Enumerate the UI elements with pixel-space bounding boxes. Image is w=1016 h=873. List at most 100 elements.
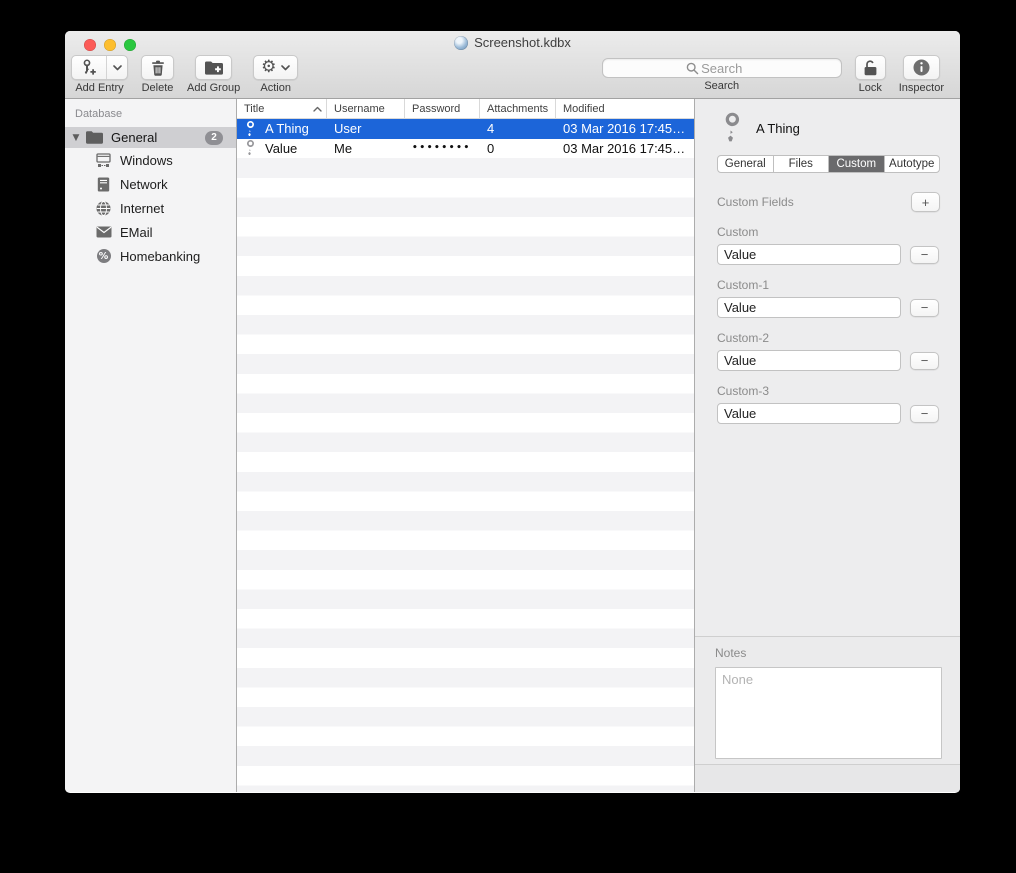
tab-autotype[interactable]: Autotype	[885, 156, 940, 172]
custom-field-group: Custom −	[717, 225, 940, 265]
key-icon	[244, 121, 255, 137]
entry-count-badge: 2	[205, 131, 223, 145]
window-title: Screenshot.kdbx	[474, 35, 571, 50]
traffic-lights	[84, 39, 136, 51]
sidebar-item-email[interactable]: EMail	[65, 220, 236, 244]
field-label: Custom-2	[717, 331, 940, 345]
remove-field-button[interactable]: −	[910, 246, 939, 264]
custom-field-group: Custom-2 −	[717, 331, 940, 371]
network-icon	[95, 177, 112, 192]
minimize-button[interactable]	[104, 39, 116, 51]
sidebar: Database ▼ General 2	[65, 99, 237, 792]
action-item: ⚙ Action	[253, 55, 298, 94]
chevron-down-icon	[281, 65, 290, 71]
sort-ascending-icon	[313, 106, 322, 112]
remove-field-button[interactable]: −	[910, 405, 939, 423]
custom-field-group: Custom-3 −	[717, 384, 940, 424]
column-header-modified[interactable]: Modified	[556, 99, 694, 118]
inspector-tabs: General Files Custom Autotype	[717, 155, 940, 173]
sidebar-item-network[interactable]: Network	[65, 172, 236, 196]
app-window: Screenshot.kdbx	[65, 31, 960, 793]
column-header-password[interactable]: Password	[405, 99, 480, 118]
internet-icon	[95, 201, 112, 216]
table-body[interactable]: A Thing User 4 03 Mar 2016 17:45… Value …	[237, 119, 694, 792]
search-item: Search	[602, 55, 842, 92]
add-field-button[interactable]: +	[911, 192, 940, 212]
custom-field-group: Custom-1 −	[717, 278, 940, 318]
tab-custom[interactable]: Custom	[829, 156, 885, 172]
custom-fields-header: Custom Fields +	[717, 192, 940, 212]
inspector-panel: A Thing General Files Custom Autotype Cu…	[695, 99, 960, 792]
notes-textarea[interactable]	[715, 667, 942, 759]
inspector-label: Inspector	[899, 82, 944, 94]
gear-icon: ⚙	[261, 59, 276, 76]
close-button[interactable]	[84, 39, 96, 51]
delete-button[interactable]	[141, 55, 174, 80]
inspector-item: Inspector	[899, 55, 944, 94]
sidebar-item-general[interactable]: ▼ General 2	[65, 127, 236, 148]
add-group-button[interactable]	[195, 55, 232, 80]
add-entry-main-segment[interactable]	[72, 56, 107, 79]
add-entry-dropdown-segment[interactable]	[107, 56, 127, 79]
sidebar-item-windows[interactable]: Windows	[65, 148, 236, 172]
homebanking-icon: %	[95, 249, 112, 263]
key-plus-icon	[81, 59, 97, 76]
key-icon	[720, 112, 741, 144]
sidebar-header: Database	[65, 99, 236, 120]
lock-open-icon	[863, 60, 878, 76]
entry-table: Title Username Password Attachments Modi…	[237, 99, 695, 792]
search-label: Search	[704, 80, 739, 92]
lock-label: Lock	[859, 82, 882, 94]
folder-icon	[86, 131, 103, 144]
table-row[interactable]: Value Me •••••••• 0 03 Mar 2016 17:45…	[237, 139, 694, 159]
add-entry-item: Add Entry	[71, 55, 128, 94]
window-chrome: Screenshot.kdbx	[65, 31, 960, 99]
disclosure-triangle-icon[interactable]: ▼	[70, 133, 82, 143]
add-group-item: Add Group	[187, 55, 240, 94]
document-proxy-icon	[454, 36, 468, 50]
add-entry-button[interactable]	[71, 55, 128, 80]
remove-field-button[interactable]: −	[910, 299, 939, 317]
sidebar-item-homebanking[interactable]: % Homebanking	[65, 244, 236, 268]
inspector-footer	[695, 764, 960, 792]
custom-field-input[interactable]	[717, 403, 901, 424]
key-icon	[244, 140, 255, 156]
inspector-button[interactable]	[903, 55, 940, 80]
folder-plus-icon	[205, 61, 223, 75]
search-input[interactable]	[602, 58, 842, 78]
email-icon	[95, 226, 112, 238]
add-group-label: Add Group	[187, 82, 240, 94]
trash-icon	[151, 60, 165, 76]
lock-button[interactable]	[855, 55, 886, 80]
table-row[interactable]: A Thing User 4 03 Mar 2016 17:45…	[237, 119, 694, 139]
custom-fields-label: Custom Fields	[717, 195, 794, 209]
tab-files[interactable]: Files	[774, 156, 830, 172]
zoom-button[interactable]	[124, 39, 136, 51]
field-label: Custom	[717, 225, 940, 239]
info-icon	[913, 59, 930, 76]
action-button[interactable]: ⚙	[253, 55, 298, 80]
lock-item: Lock	[855, 55, 886, 94]
notes-label: Notes	[715, 646, 942, 660]
custom-field-input[interactable]	[717, 297, 901, 318]
inspector-header: A Thing	[695, 99, 960, 147]
delete-label: Delete	[142, 82, 174, 94]
field-label: Custom-3	[717, 384, 940, 398]
custom-field-input[interactable]	[717, 350, 901, 371]
tab-general[interactable]: General	[718, 156, 774, 172]
custom-field-input[interactable]	[717, 244, 901, 265]
sidebar-item-internet[interactable]: Internet	[65, 196, 236, 220]
field-label: Custom-1	[717, 278, 940, 292]
remove-field-button[interactable]: −	[910, 352, 939, 370]
column-header-username[interactable]: Username	[327, 99, 405, 118]
delete-item: Delete	[141, 55, 174, 94]
sidebar-item-label: General	[111, 130, 205, 145]
add-entry-label: Add Entry	[75, 82, 123, 94]
column-header-title[interactable]: Title	[237, 99, 327, 118]
windows-icon	[95, 153, 112, 168]
column-header-attachments[interactable]: Attachments	[480, 99, 556, 118]
table-header: Title Username Password Attachments Modi…	[237, 99, 694, 119]
chevron-down-icon	[113, 65, 122, 71]
toolbar: Add Entry Delete	[65, 54, 960, 94]
action-label: Action	[260, 82, 291, 94]
